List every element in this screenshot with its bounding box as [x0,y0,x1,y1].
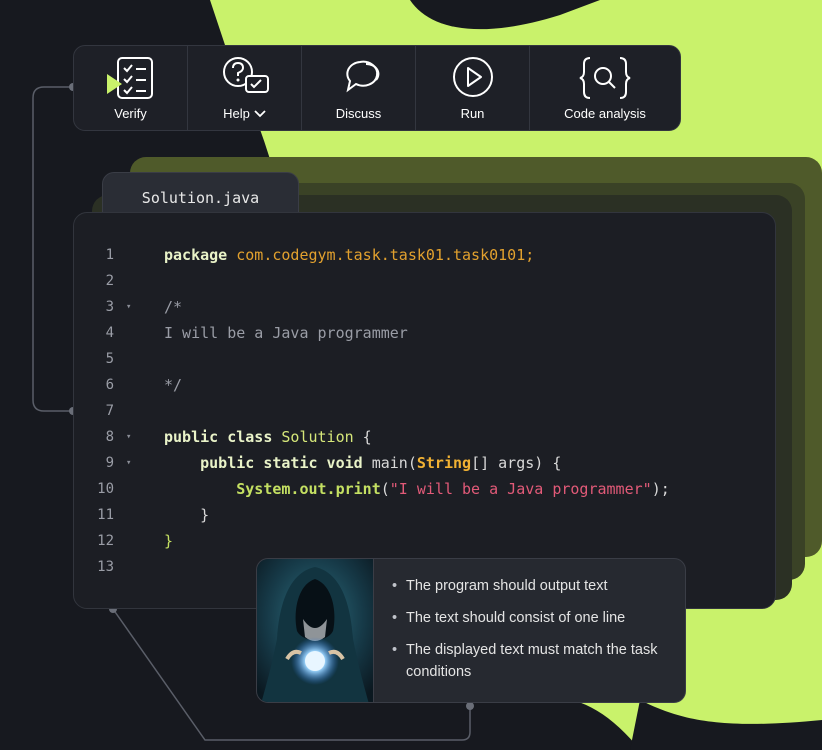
line-number: 7 [105,403,114,419]
toolbar: Verify Help Discuss Run Code analysis [73,45,681,131]
verify-label: Verify [114,106,147,121]
requirements-list: The program should output text The text … [374,559,666,702]
code-text: */ [164,376,182,394]
code-token: } [164,506,210,524]
run-icon [446,54,500,102]
discuss-icon [332,54,386,102]
verify-icon [104,54,158,102]
code-line: 2 [74,268,775,294]
code-token: package [164,246,228,264]
code-line: 7 [74,398,775,424]
code-token: ); [651,480,670,498]
code-line: 3 ▾/* [74,294,775,320]
code-text: public class Solution { [164,428,372,446]
code-text: System.out.print("I will be a Java progr… [164,480,670,498]
requirement-item: The text should consist of one line [392,607,666,629]
line-number: 9 [105,455,114,471]
line-number: 2 [105,273,114,289]
code-text: I will be a Java programmer [164,324,408,342]
code-text: public static void main(String[] args) { [164,454,561,472]
code-line: 1 package com.codegym.task.task01.task010… [74,242,775,268]
code-editor[interactable]: 1 package com.codegym.task.task01.task010… [73,212,776,609]
line-number: 10 [97,481,114,497]
code-line: 12} [74,528,775,554]
code-analysis-label: Code analysis [564,106,646,121]
hooded-mentor-avatar [257,559,374,702]
help-icon [218,54,272,102]
code-token: System.out.print [236,480,381,498]
code-token: { [353,428,372,446]
line-number: 12 [97,533,114,549]
requirement-item: The program should output text [392,575,666,597]
line-number: 3 [105,299,114,315]
discuss-label: Discuss [335,106,382,121]
code-token: ( [380,480,390,498]
help-label: Help [223,106,250,121]
code-line: 5 [74,346,775,372]
code-lines: 1 package com.codegym.task.task01.task010… [74,242,775,580]
code-line: 9 ▾ public static void main(String[] args… [74,450,775,476]
chevron-down-icon [254,109,266,117]
code-token: String [416,454,472,472]
code-token: com.codegym.task.task01.task0101; [236,246,535,264]
verify-button[interactable]: Verify [74,46,188,130]
run-button[interactable]: Run [416,46,530,130]
code-line: 4 I will be a Java programmer [74,320,775,346]
line-number: 1 [105,247,114,263]
code-token: */ [164,376,183,394]
task-requirements-card: The program should output text The text … [256,558,686,703]
help-button[interactable]: Help [188,46,302,130]
code-line: 8 ▾ public class Solution { [74,424,775,450]
code-analysis-button[interactable]: Code analysis [530,46,680,130]
line-number: 4 [105,325,114,341]
code-token: [] args) { [471,454,562,472]
code-token: "I will be a Java programmer" [389,480,652,498]
code-token: public class [164,428,273,446]
code-text: /* [164,298,182,316]
line-number: 6 [105,377,114,393]
line-number: 5 [105,351,114,367]
code-text: package com.codegym.task.task01.task0101… [164,246,534,264]
code-token: I will be a Java programmer [164,324,408,342]
requirement-item: The displayed text must match the task c… [392,639,666,683]
code-token: /* [164,298,183,316]
line-number: 8 [105,429,114,445]
code-line: 11 } [74,502,775,528]
code-text: } [164,506,209,524]
code-line: 10 System.out.print("I will be a Java pr… [74,476,775,502]
tab-label: Solution.java [141,189,260,207]
line-number: 13 [97,559,114,575]
code-analysis-icon [578,54,632,102]
code-token: main( [362,454,417,472]
code-token: } [164,532,174,550]
code-token: public static void [200,454,363,472]
fold-toggle-icon[interactable]: ▾ [114,432,164,442]
code-line: 6 */ [74,372,775,398]
code-text: } [164,532,173,550]
line-number: 11 [97,507,114,523]
run-label: Run [460,106,485,121]
discuss-button[interactable]: Discuss [302,46,416,130]
code-token: Solution [281,428,354,446]
fold-toggle-icon[interactable]: ▾ [114,458,164,468]
fold-toggle-icon[interactable]: ▾ [114,302,164,312]
